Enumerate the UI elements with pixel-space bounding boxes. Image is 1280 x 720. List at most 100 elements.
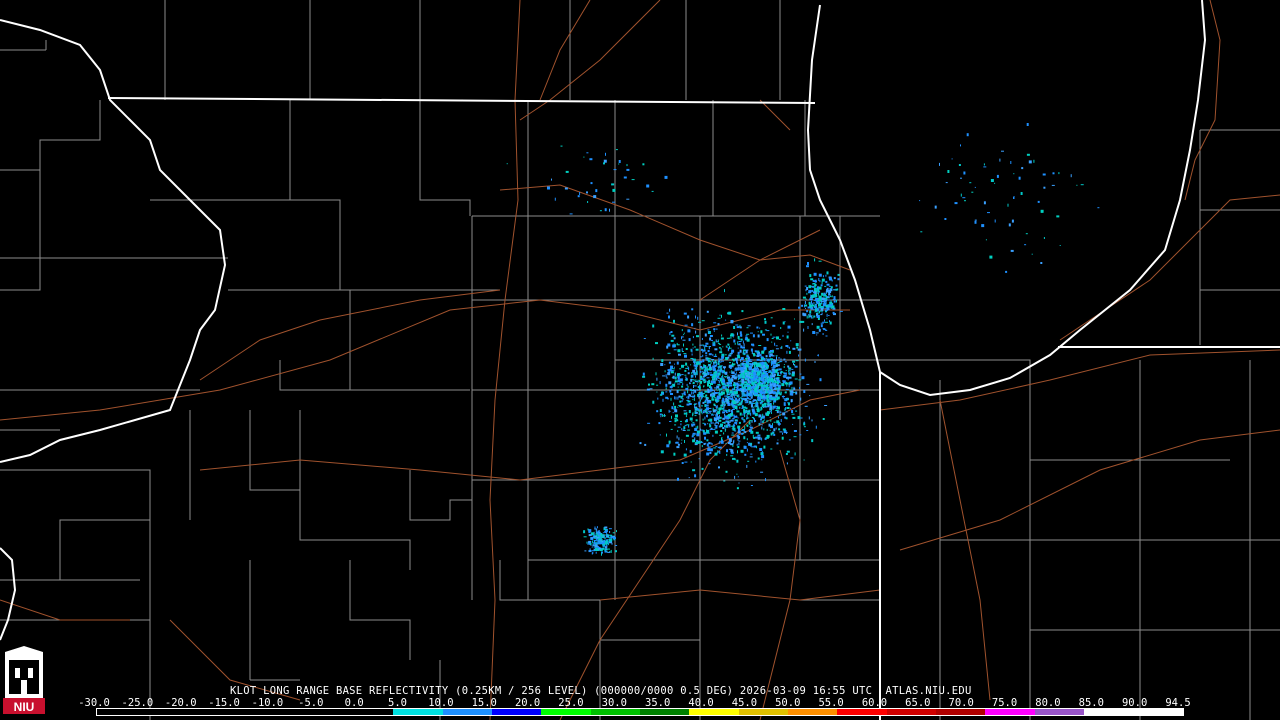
echo-pixel [745,335,748,337]
echo-pixel [784,361,787,363]
echo-pixel [731,394,734,396]
echo-pixel [704,399,707,402]
echo-pixel [677,396,679,400]
echo-pixel [688,367,690,371]
echo-pixel [744,369,748,373]
echo-pixel [701,405,703,407]
echo-pixel [717,323,720,326]
echo-pixel [771,368,775,371]
echo-pixel [706,452,710,456]
echo-pixel [800,397,802,401]
echo-pixel [692,391,694,395]
echo-pixel [791,368,794,370]
echo-pixel [785,370,787,371]
echo-pixel [833,300,836,303]
echo-pixel [714,387,717,389]
echo-pixel [776,381,779,385]
echo-pixel [786,450,790,453]
echo-pixel [734,421,738,424]
echo-pixel [681,462,684,464]
echo-pixel [740,365,742,367]
echo-pixel [506,163,508,165]
echo-pixel [720,424,723,428]
echo-pixel [822,308,824,312]
echo-pixel [802,296,806,299]
echo-pixel [798,354,800,357]
echo-pixel [594,528,598,530]
echo-pixel [749,360,753,362]
echo-pixel [666,433,667,437]
echo-pixel [690,390,692,391]
echo-pixel [613,169,617,171]
echo-pixel [790,457,794,459]
echo-pixel [718,392,722,396]
echo-pixel [739,324,741,327]
echo-pixel [659,413,662,416]
echo-pixel [707,410,711,412]
echo-pixel [743,354,746,356]
echo-pixel [599,210,602,212]
echo-pixel [764,348,766,351]
echo-pixel [685,415,687,418]
echo-pixel [754,363,755,367]
echo-pixel [919,200,921,202]
echo-pixel [1026,153,1030,156]
echo-pixel [828,285,831,287]
echo-pixel [769,383,773,386]
echo-pixel [743,408,746,412]
echo-pixel [707,383,709,387]
color-bar-segment [393,709,443,715]
echo-pixel [737,476,739,478]
echo-pixel [819,310,820,313]
echo-pixel [587,543,591,545]
echo-pixel [742,399,743,402]
echo-pixel [740,366,744,370]
echo-pixel [822,321,826,323]
echo-pixel [1024,244,1027,246]
echo-pixel [1056,215,1060,218]
echo-pixel [670,371,674,374]
echo-pixel [749,401,752,404]
echo-pixel [697,379,699,383]
echo-pixel [715,425,718,429]
echo-pixel [697,316,699,320]
echo-pixel [594,549,597,551]
echo-pixel [758,376,760,378]
echo-pixel [788,376,792,379]
echo-pixel [672,383,676,387]
echo-pixel [606,551,608,552]
echo-pixel [804,304,806,308]
echo-pixel [684,369,687,372]
echo-pixel [777,423,781,425]
echo-pixel [776,356,777,360]
echo-pixel [707,399,710,402]
echo-pixel [763,428,765,431]
echo-pixel [702,401,705,404]
echo-pixel [610,536,613,539]
echo-pixel [808,301,811,305]
echo-pixel [734,382,737,385]
echo-pixel [999,158,1001,162]
echo-pixel [781,396,785,397]
echo-pixel [693,404,696,405]
echo-pixel [746,417,750,419]
echo-pixel [692,469,696,472]
echo-pixel [1013,173,1015,175]
echo-pixel [815,297,819,300]
echo-pixel [833,277,836,280]
echo-pixel [803,390,806,393]
echo-pixel [724,376,727,378]
echo-pixel [770,371,772,375]
echo-pixel [673,452,676,456]
echo-pixel [604,537,606,539]
echo-pixel [781,383,785,387]
echo-pixel [741,389,745,393]
echo-pixel [586,152,589,154]
echo-pixel [680,406,684,408]
echo-pixel [701,394,703,397]
echo-pixel [823,302,827,305]
echo-pixel [642,375,646,378]
echo-pixel [721,355,725,359]
echo-pixel [822,328,824,330]
echo-pixel [718,419,720,422]
